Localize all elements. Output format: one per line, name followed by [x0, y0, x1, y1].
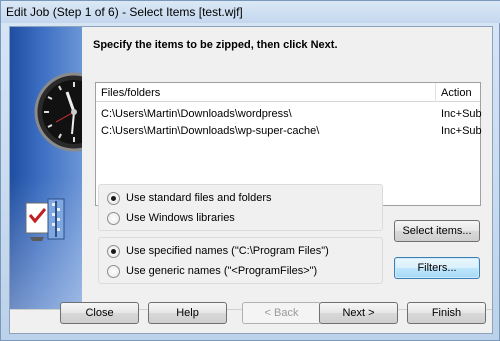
close-button[interactable]: Close: [60, 302, 139, 324]
radio-label: Use generic names ("<ProgramFiles>"): [126, 265, 318, 277]
clock-icon: [34, 72, 82, 152]
back-button[interactable]: < Back: [242, 302, 321, 324]
column-header-files[interactable]: Files/folders: [101, 87, 160, 99]
zip-wizard-icon: [25, 198, 65, 241]
source-options-group: Use standard files and folders Use Windo…: [98, 184, 383, 231]
list-item-path: C:\Users\Martin\Downloads\wordpress\: [101, 108, 292, 120]
list-item[interactable]: C:\Users\Martin\Downloads\wp-super-cache…: [96, 123, 482, 139]
list-item[interactable]: C:\Users\Martin\Downloads\wordpress\ Inc…: [96, 106, 482, 122]
radio-label: Use Windows libraries: [126, 212, 235, 224]
name-options-group: Use specified names ("C:\Program Files")…: [98, 237, 383, 284]
list-header: Files/folders Action: [96, 83, 480, 102]
radio-label: Use specified names ("C:\Program Files"): [126, 245, 329, 257]
wizard-side-panel: [10, 27, 82, 309]
radio-button[interactable]: [107, 264, 120, 278]
radio-button-checked[interactable]: [107, 244, 120, 258]
radio-button[interactable]: [107, 211, 120, 225]
list-item-action: Inc+Sub: [441, 108, 482, 120]
help-button[interactable]: Help: [148, 302, 227, 324]
next-button[interactable]: Next >: [319, 302, 398, 324]
title-bar[interactable]: Edit Job (Step 1 of 6) - Select Items [t…: [1, 1, 500, 23]
select-items-button[interactable]: Select items...: [394, 220, 480, 242]
edit-job-window: Edit Job (Step 1 of 6) - Select Items [t…: [0, 0, 500, 341]
radio-specified-names[interactable]: Use specified names ("C:\Program Files"): [107, 243, 329, 259]
window-title: Edit Job (Step 1 of 6) - Select Items [t…: [6, 5, 243, 19]
instruction-text: Specify the items to be zipped, then cli…: [93, 39, 338, 51]
radio-label: Use standard files and folders: [126, 192, 272, 204]
radio-button-checked[interactable]: [107, 191, 120, 205]
column-separator[interactable]: [435, 83, 436, 102]
column-header-action[interactable]: Action: [441, 87, 472, 99]
radio-windows-libraries[interactable]: Use Windows libraries: [107, 210, 235, 226]
filters-button[interactable]: Filters...: [394, 257, 480, 279]
wizard-frame: Specify the items to be zipped, then cli…: [9, 26, 493, 334]
radio-standard-files[interactable]: Use standard files and folders: [107, 190, 272, 206]
finish-button[interactable]: Finish: [407, 302, 486, 324]
list-item-path: C:\Users\Martin\Downloads\wp-super-cache…: [101, 125, 320, 137]
radio-generic-names[interactable]: Use generic names ("<ProgramFiles>"): [107, 263, 317, 279]
list-item-action: Inc+Sub: [441, 125, 482, 137]
